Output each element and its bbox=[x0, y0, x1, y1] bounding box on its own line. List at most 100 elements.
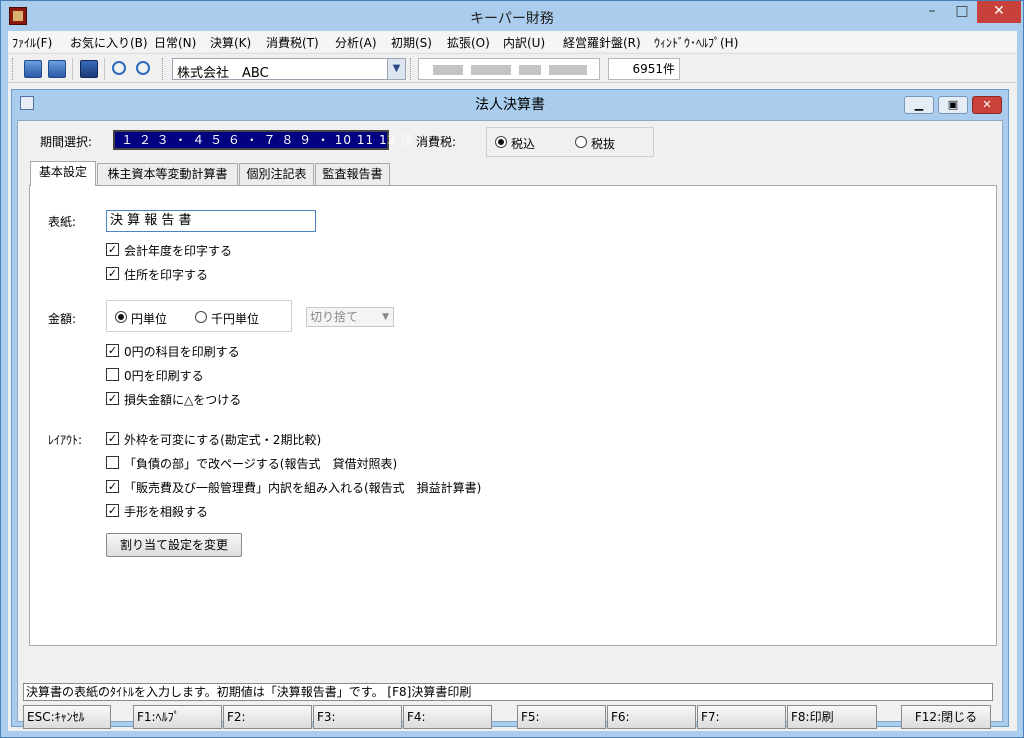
title-bar[interactable]: キーパー財務 – □ ✕ bbox=[1, 1, 1023, 31]
tab-notes[interactable]: 個別注記表 bbox=[239, 163, 314, 185]
monitor-icon[interactable] bbox=[24, 60, 42, 78]
print-fiscal-year-checkbox[interactable]: ✓ bbox=[106, 243, 119, 256]
offset-notes-label[interactable]: 手形を相殺する bbox=[124, 503, 208, 520]
maximize-button[interactable]: □ bbox=[947, 1, 977, 23]
tab-basic[interactable]: 基本設定 bbox=[30, 161, 96, 186]
menu-file[interactable]: ﾌｧｲﾙ(F) bbox=[12, 34, 52, 51]
status-bar: 決算書の表紙のﾀｲﾄﾙを入力します。初期値は「決算報告書」です。 [F8]決算書… bbox=[23, 683, 993, 701]
tax-group: 税込 税抜 bbox=[486, 127, 654, 157]
f5-button[interactable]: F5: bbox=[517, 705, 606, 729]
amount-label: 金額: bbox=[48, 312, 77, 326]
toolbar-separator bbox=[72, 58, 73, 80]
yen-unit-label[interactable]: 円単位 bbox=[131, 310, 167, 327]
f2-button[interactable]: F2: bbox=[223, 705, 312, 729]
settlement-window: 法人決算書 ▁ ▣ ✕ 期間選択: １ ２ ３ ・ ４ ５ ６ ・ ７ ８ ９ … bbox=[11, 89, 1009, 729]
change-assignment-button[interactable]: 割り当て設定を変更 bbox=[106, 533, 242, 557]
toolbar-grip bbox=[162, 58, 165, 80]
function-key-bar: ESC:ｷｬﾝｾﾙ F1:ﾍﾙﾌﾟ F2: F3: F4: F5: F6: F7… bbox=[23, 705, 993, 731]
offset-notes-checkbox[interactable]: ✓ bbox=[106, 504, 119, 517]
menu-tax[interactable]: 消費税(T) bbox=[266, 34, 319, 51]
print-zero-accounts-label[interactable]: 0円の科目を印刷する bbox=[124, 343, 240, 360]
esc-cancel-button[interactable]: ESC:ｷｬﾝｾﾙ bbox=[23, 705, 111, 729]
period-selector[interactable]: １ ２ ３ ・ ４ ５ ６ ・ ７ ８ ９ ・ 10 11 12 決 bbox=[113, 130, 413, 150]
f3-button[interactable]: F3: bbox=[313, 705, 402, 729]
zoom-in-icon[interactable] bbox=[112, 61, 126, 75]
variable-frame-label[interactable]: 外枠を可変にする(勘定式・2期比較) bbox=[124, 431, 321, 448]
company-select-value: 株式会社 ABC bbox=[177, 66, 269, 81]
liabilities-page-break-label[interactable]: 「負債の部」で改ページする(報告式 貸借対照表) bbox=[124, 455, 397, 472]
redacted-block bbox=[471, 65, 511, 75]
print-zero-yen-checkbox[interactable] bbox=[106, 368, 119, 381]
tax-excluded-label[interactable]: 税抜 bbox=[591, 135, 615, 152]
period-label: 期間選択: bbox=[40, 135, 93, 149]
f4-button[interactable]: F4: bbox=[403, 705, 492, 729]
menu-favorites[interactable]: お気に入り(B) bbox=[70, 34, 148, 51]
f6-button[interactable]: F6: bbox=[607, 705, 696, 729]
print-address-label[interactable]: 住所を印字する bbox=[124, 266, 208, 283]
menu-bar: ﾌｧｲﾙ(F) お気に入り(B) 日常(N) 決算(K) 消費税(T) 分析(A… bbox=[8, 31, 1017, 51]
f7-button[interactable]: F7: bbox=[697, 705, 786, 729]
print-zero-accounts-checkbox[interactable]: ✓ bbox=[106, 344, 119, 357]
company-select[interactable]: 株式会社 ABC ▼ bbox=[172, 58, 406, 81]
redacted-block bbox=[433, 65, 463, 75]
main-window: キーパー財務 – □ ✕ ﾌｧｲﾙ(F) お気に入り(B) 日常(N) 決算(K… bbox=[0, 0, 1024, 738]
menu-window-help[interactable]: ｳｨﾝﾄﾞｳ･ﾍﾙﾌﾟ(H) bbox=[654, 34, 738, 51]
menu-daily[interactable]: 日常(N) bbox=[154, 34, 196, 51]
window-title: キーパー財務 bbox=[470, 11, 554, 27]
loss-triangle-checkbox[interactable]: ✓ bbox=[106, 392, 119, 405]
toolbar: 株式会社 ABC ▼ 6951件 bbox=[8, 53, 1017, 83]
thousand-yen-unit-label[interactable]: 千円単位 bbox=[211, 310, 259, 327]
cover-label: 表紙: bbox=[48, 215, 77, 229]
tax-included-label[interactable]: 税込 bbox=[511, 135, 535, 152]
f8-print-button[interactable]: F8:印刷 bbox=[787, 705, 877, 729]
minimize-button[interactable]: – bbox=[917, 1, 947, 23]
tax-included-radio[interactable] bbox=[495, 136, 507, 148]
yen-unit-radio[interactable] bbox=[115, 311, 127, 323]
menu-analysis[interactable]: 分析(A) bbox=[335, 34, 377, 51]
toolbar-grip bbox=[410, 58, 413, 80]
liabilities-page-break-checkbox[interactable] bbox=[106, 456, 119, 469]
monitor-add-icon[interactable] bbox=[48, 60, 66, 78]
redacted-block bbox=[549, 65, 587, 75]
tab-audit[interactable]: 監査報告書 bbox=[315, 163, 390, 185]
record-count: 6951件 bbox=[608, 58, 680, 80]
toolbar-separator bbox=[104, 58, 105, 80]
sga-breakdown-label[interactable]: 「販売費及び一般管理費」内訳を組み入れる(報告式 損益計算書) bbox=[124, 479, 481, 496]
rounding-select-value: 切り捨て bbox=[310, 310, 359, 324]
print-zero-yen-label[interactable]: 0円を印刷する bbox=[124, 367, 204, 384]
redacted-field bbox=[418, 58, 600, 80]
print-address-checkbox[interactable]: ✓ bbox=[106, 267, 119, 280]
f12-close-button[interactable]: F12:閉じる bbox=[901, 705, 991, 729]
menu-compass[interactable]: 経営羅針盤(R) bbox=[563, 34, 641, 51]
toolbar-grip[interactable] bbox=[12, 58, 15, 80]
tax-excluded-radio[interactable] bbox=[575, 136, 587, 148]
child-restore-button[interactable]: ▣ bbox=[938, 96, 968, 114]
close-button[interactable]: ✕ bbox=[977, 1, 1021, 23]
variable-frame-checkbox[interactable]: ✓ bbox=[106, 432, 119, 445]
print-fiscal-year-label[interactable]: 会計年度を印字する bbox=[124, 242, 232, 259]
chevron-down-icon[interactable]: ▼ bbox=[387, 59, 405, 79]
menu-breakdown[interactable]: 内訳(U) bbox=[503, 34, 545, 51]
chevron-down-icon: ▼ bbox=[382, 312, 389, 322]
screen-icon[interactable] bbox=[80, 60, 98, 78]
menu-closing[interactable]: 決算(K) bbox=[210, 34, 251, 51]
loss-triangle-label[interactable]: 損失金額に△をつける bbox=[124, 391, 241, 408]
redacted-block bbox=[519, 65, 541, 75]
rounding-select: ▼ 切り捨て bbox=[306, 307, 394, 327]
cover-title-input[interactable]: 決 算 報 告 書 bbox=[106, 210, 316, 232]
zoom-out-icon[interactable] bbox=[136, 61, 150, 75]
tab-equity[interactable]: 株主資本等変動計算書 bbox=[97, 163, 238, 185]
sga-breakdown-checkbox[interactable]: ✓ bbox=[106, 480, 119, 493]
settlement-window-title: 法人決算書 bbox=[475, 97, 545, 113]
thousand-yen-unit-radio[interactable] bbox=[195, 311, 207, 323]
f1-help-button[interactable]: F1:ﾍﾙﾌﾟ bbox=[133, 705, 222, 729]
unit-group: 円単位 千円単位 bbox=[106, 300, 292, 332]
tax-label: 消費税: bbox=[416, 135, 457, 149]
child-close-button[interactable]: ✕ bbox=[972, 96, 1002, 114]
layout-label: ﾚｲｱｳﾄ: bbox=[48, 433, 83, 447]
client-area: ﾌｧｲﾙ(F) お気に入り(B) 日常(N) 決算(K) 消費税(T) 分析(A… bbox=[8, 31, 1017, 731]
menu-extension[interactable]: 拡張(O) bbox=[447, 34, 490, 51]
tab-content: 表紙: 決 算 報 告 書 ✓ 会計年度を印字する ✓ 住所を印字する 金額: … bbox=[29, 185, 997, 646]
child-minimize-button[interactable]: ▁ bbox=[904, 96, 934, 114]
menu-initial[interactable]: 初期(S) bbox=[391, 34, 432, 51]
